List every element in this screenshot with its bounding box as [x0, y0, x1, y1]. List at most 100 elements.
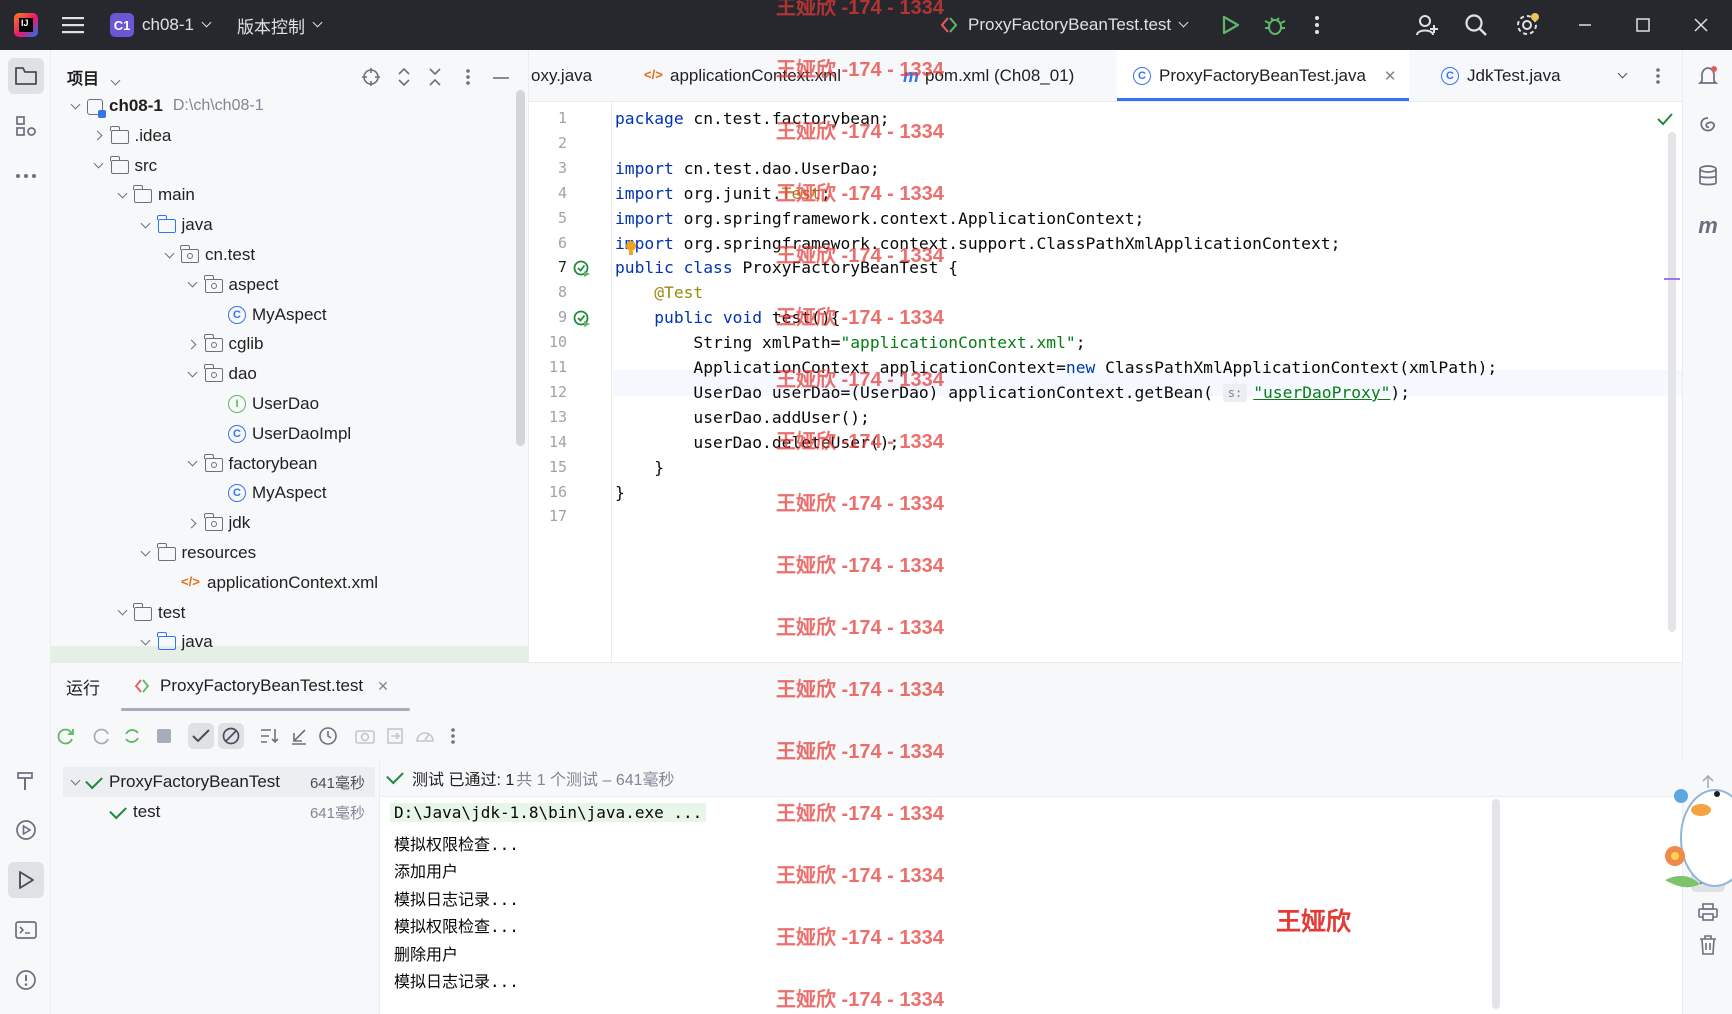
- chevron-down-icon[interactable]: [187, 367, 199, 380]
- project-scrollbar[interactable]: [516, 90, 525, 446]
- search-icon[interactable]: [1464, 0, 1488, 50]
- run-tab-proxyfactorybeantest[interactable]: ProxyFactoryBeanTest.test ✕: [134, 663, 389, 709]
- rerun-icon[interactable]: [53, 723, 79, 749]
- tree-item-src[interactable]: src: [93, 151, 157, 181]
- run-config-selector[interactable]: ProxyFactoryBeanTest.test: [940, 0, 1189, 50]
- inspection-ok-icon[interactable]: [1657, 112, 1673, 126]
- ai-assistant-icon[interactable]: [1690, 108, 1726, 144]
- problems-icon[interactable]: [8, 962, 44, 998]
- close-tab-icon[interactable]: ✕: [1384, 67, 1397, 85]
- chevron-right-icon[interactable]: [186, 338, 199, 350]
- minimize-icon[interactable]: [1578, 0, 1592, 50]
- chevron-down-icon[interactable]: [140, 546, 152, 559]
- run-test-gutter-icon[interactable]: [573, 260, 591, 278]
- editor-scrollbar[interactable]: [1668, 132, 1676, 632]
- tree-item-myaspect[interactable]: C MyAspect: [210, 478, 327, 508]
- show-passed-icon[interactable]: [188, 723, 214, 749]
- maximize-icon[interactable]: [1636, 0, 1650, 50]
- screenshot-camera-icon[interactable]: [352, 723, 378, 749]
- tree-item-java[interactable]: java: [140, 627, 213, 657]
- chevron-down-icon[interactable]: [93, 158, 105, 172]
- add-user-icon[interactable]: [1415, 0, 1439, 50]
- locate-target-icon[interactable]: [361, 67, 381, 87]
- console-output[interactable]: 测试 已通过: 1 共 1 个测试 – 641毫秒 D:\Java\jdk-1.…: [379, 759, 1683, 1014]
- close-window-icon[interactable]: [1694, 0, 1708, 50]
- export-icon[interactable]: [382, 723, 408, 749]
- clear-trash-icon[interactable]: [1698, 934, 1718, 956]
- show-ignored-icon[interactable]: [218, 723, 244, 749]
- chevron-down-icon[interactable]: [116, 605, 128, 619]
- code-editor[interactable]: 1 2 3 4 5 6 7 8 9 10 11 12 13 14 15 16 17 package cn.tes…: [529, 102, 1682, 662]
- chevron-down-icon[interactable]: [140, 635, 152, 648]
- tree-item-main[interactable]: main: [116, 180, 195, 210]
- tree-item-cn-test[interactable]: cn.test: [163, 240, 255, 270]
- chevron-down-icon[interactable]: [187, 456, 199, 470]
- test-suite-row[interactable]: ProxyFactoryBeanTest 641毫秒: [63, 767, 375, 797]
- tree-item-resources[interactable]: resources: [140, 538, 256, 568]
- services-icon[interactable]: [8, 812, 44, 848]
- tab-applicationcontext-xml[interactable]: </> applicationContext.xml: [644, 50, 876, 101]
- intention-bulb-icon[interactable]: [625, 240, 637, 256]
- tab-proxy-java[interactable]: oxy.java: [529, 50, 631, 101]
- project-tool-button[interactable]: [8, 58, 44, 94]
- tree-item-userdao[interactable]: I UserDao: [210, 389, 319, 419]
- run-more-icon[interactable]: [440, 723, 466, 749]
- chevron-down-icon[interactable]: [163, 248, 175, 261]
- chevron-down-icon[interactable]: [140, 218, 152, 231]
- sort-icon[interactable]: [256, 723, 282, 749]
- stop-icon[interactable]: [151, 723, 177, 749]
- import-tests-icon[interactable]: [286, 723, 312, 749]
- chevron-down-icon[interactable]: [116, 188, 128, 201]
- run-tool-button[interactable]: [8, 862, 44, 898]
- tree-item-jdk[interactable]: jdk: [186, 508, 250, 538]
- tree-item--idea[interactable]: .idea: [92, 121, 171, 151]
- run-button[interactable]: [1222, 0, 1240, 50]
- chevron-down-icon[interactable]: [187, 277, 199, 291]
- project-switcher[interactable]: C1 ch08-1: [110, 0, 212, 50]
- run-test-gutter-icon[interactable]: [573, 310, 591, 328]
- project-panel-title[interactable]: 项目: [67, 65, 121, 89]
- maven-tool-icon[interactable]: m: [1690, 208, 1726, 244]
- tree-item-myaspect[interactable]: C MyAspect: [210, 300, 327, 330]
- hide-panel-icon[interactable]: [493, 76, 509, 80]
- tree-item-java[interactable]: java: [140, 210, 213, 240]
- collapse-all-icon[interactable]: [427, 67, 443, 87]
- vcs-menu[interactable]: 版本控制: [237, 0, 323, 50]
- tab-more-icon[interactable]: [1655, 50, 1675, 101]
- notifications-bell-icon[interactable]: [1690, 58, 1726, 94]
- database-icon[interactable]: [1690, 158, 1726, 194]
- close-tab-icon[interactable]: ✕: [377, 678, 389, 695]
- tree-item-applicationcontext-xml[interactable]: </> applicationContext.xml: [163, 568, 378, 598]
- more-tools-icon[interactable]: [8, 158, 44, 194]
- chevron-right-icon[interactable]: [186, 517, 199, 529]
- test-case-row[interactable]: test 641毫秒: [63, 797, 375, 827]
- chevron-down-icon[interactable]: [69, 99, 81, 112]
- tree-item-test[interactable]: test: [116, 598, 185, 628]
- build-hammer-icon[interactable]: [8, 762, 44, 798]
- structure-tool-button[interactable]: [8, 108, 44, 144]
- tree-item-userdaoimpl[interactable]: C UserDaoImpl: [210, 419, 351, 449]
- tab-jdktest-java[interactable]: C JdkTest.java: [1425, 50, 1605, 101]
- toggle-auto-test-icon[interactable]: [119, 723, 145, 749]
- tab-proxyfactorybeantest-java[interactable]: C ProxyFactoryBeanTest.java ✕: [1117, 50, 1409, 101]
- tree-item-ch08-1[interactable]: ch08-1 D:\ch\ch08-1: [69, 91, 264, 121]
- coverage-gauge-icon[interactable]: [412, 723, 438, 749]
- tree-item-aspect[interactable]: aspect: [187, 270, 279, 300]
- expand-all-icon[interactable]: [396, 67, 412, 87]
- more-actions-icon[interactable]: [1314, 0, 1320, 50]
- main-menu-icon[interactable]: [62, 0, 84, 50]
- rerun-failed-icon[interactable]: [89, 723, 115, 749]
- tab-list-dropdown[interactable]: [1615, 50, 1641, 101]
- tree-item-dao[interactable]: dao: [187, 359, 257, 389]
- app-logo[interactable]: IJ: [14, 0, 38, 50]
- chevron-right-icon[interactable]: [92, 130, 105, 142]
- console-scrollbar[interactable]: [1492, 799, 1500, 1009]
- settings-gear-icon[interactable]: [1514, 0, 1540, 50]
- debug-button[interactable]: [1264, 0, 1286, 50]
- tab-pom-xml[interactable]: m pom.xml (Ch08_01): [903, 50, 1123, 101]
- tree-item-factorybean[interactable]: factorybean: [187, 449, 317, 479]
- history-clock-icon[interactable]: [315, 723, 341, 749]
- terminal-icon[interactable]: [8, 912, 44, 948]
- options-more-icon[interactable]: [465, 67, 471, 87]
- tree-item-cglib[interactable]: cglib: [186, 329, 263, 359]
